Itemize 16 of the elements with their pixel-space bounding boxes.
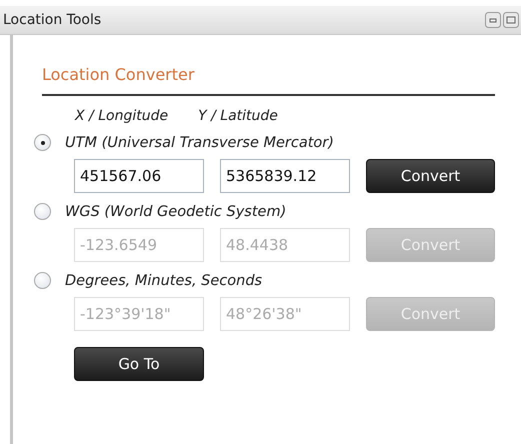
column-header: Y / Latitude [198,108,278,124]
restore-icon[interactable] [503,12,519,28]
radio-button[interactable] [34,134,51,151]
column-header: X / Longitude [75,108,168,124]
minimize-icon[interactable] [485,12,501,28]
convert-button[interactable]: Convert [366,159,495,193]
window-title: Location Tools [3,12,102,28]
input-field[interactable]: 5365839.12 [220,159,350,193]
radio-label: WGS (World Geodetic System) [65,204,286,220]
section-heading: Location Converter [42,65,495,96]
go-to-button[interactable]: Go To [74,347,204,381]
input-field[interactable]: 451567.06 [74,159,204,193]
radio-button[interactable] [34,203,51,220]
radio-button[interactable] [34,272,51,289]
radio-label: Degrees, Minutes, Seconds [65,272,262,288]
radio-label: UTM (Universal Transverse Mercator) [65,134,334,150]
